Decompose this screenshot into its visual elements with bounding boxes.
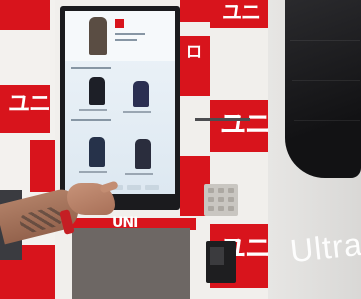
red-tile: [30, 140, 58, 192]
screen-text-line: [115, 39, 137, 41]
card-slot[interactable]: [195, 118, 250, 121]
product-tile[interactable]: [135, 139, 151, 169]
logo-mark: ロ: [186, 42, 202, 61]
keypad-key[interactable]: [218, 197, 224, 202]
product-tile[interactable]: [89, 137, 105, 167]
screen-text-line: [71, 67, 111, 69]
product-tile[interactable]: [133, 81, 149, 107]
jacket-seam: [294, 120, 360, 121]
product-caption: [79, 109, 107, 111]
logo-mark: ユニ: [8, 92, 51, 117]
keypad-key[interactable]: [228, 206, 234, 211]
logo-mark: ユニ: [220, 110, 271, 140]
logo-mark: ユニ: [222, 0, 261, 24]
screen-nav-button[interactable]: [127, 185, 141, 190]
product-tile[interactable]: [89, 77, 105, 105]
jacket-display: [285, 0, 361, 178]
keypad-icon[interactable]: [204, 184, 238, 216]
pickup-tray[interactable]: [72, 228, 190, 299]
keypad-key[interactable]: [228, 197, 234, 202]
red-tile: [180, 0, 210, 22]
screen-logo: [115, 19, 124, 28]
keypad-key[interactable]: [228, 188, 234, 193]
product-caption: [79, 171, 107, 173]
keypad-key[interactable]: [218, 188, 224, 193]
red-tile: [0, 0, 50, 30]
keypad-key[interactable]: [218, 206, 224, 211]
kiosk-screen[interactable]: [65, 11, 175, 194]
screen-nav-button[interactable]: [145, 185, 159, 190]
product-caption: [125, 173, 153, 175]
product-caption: [123, 111, 151, 113]
jacket-seam: [290, 40, 360, 41]
vending-kiosk-photo: ユニ ユニ ユニ ユニ ロ Ultra L: [0, 0, 361, 299]
reader-window: [210, 247, 224, 265]
jacket-seam: [292, 80, 360, 81]
screen-text-line: [115, 33, 145, 35]
keypad-key[interactable]: [208, 206, 214, 211]
featured-item[interactable]: [89, 17, 107, 55]
keypad-key[interactable]: [208, 188, 214, 193]
keypad-key[interactable]: [208, 197, 214, 202]
screen-text-line: [71, 119, 111, 121]
card-reader-icon[interactable]: [206, 241, 236, 283]
